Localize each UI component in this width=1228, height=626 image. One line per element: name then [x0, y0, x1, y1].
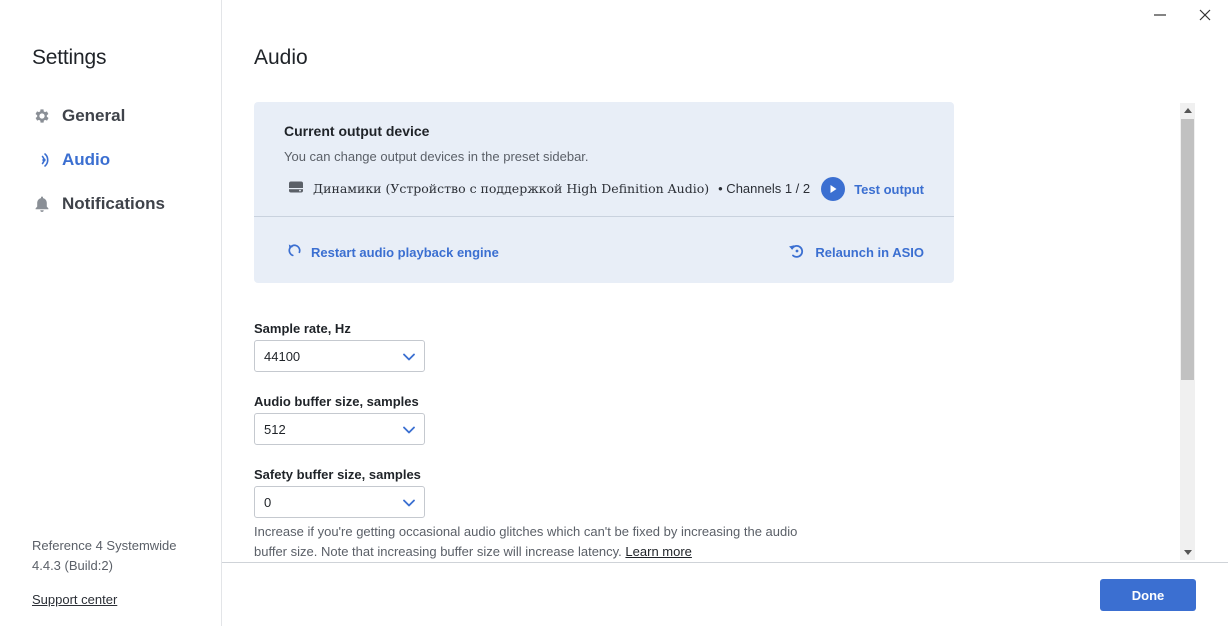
restart-icon — [286, 242, 303, 262]
sidebar-title: Settings — [32, 46, 107, 69]
relaunch-icon — [787, 242, 807, 263]
sidebar-item-notifications[interactable]: Notifications — [32, 191, 165, 217]
close-button[interactable] — [1196, 6, 1214, 24]
safety-buffer-value: 0 — [264, 494, 272, 510]
sidebar-item-general[interactable]: General — [32, 103, 125, 129]
support-center-link[interactable]: Support center — [32, 592, 117, 607]
restart-engine-label: Restart audio playback engine — [311, 244, 499, 260]
chevron-down-icon — [402, 496, 416, 510]
chevron-down-icon — [402, 350, 416, 364]
audio-icon — [32, 150, 52, 170]
bell-icon — [32, 194, 52, 214]
buffer-size-value: 512 — [264, 421, 286, 437]
sample-rate-value: 44100 — [264, 348, 301, 364]
buffer-size-select[interactable]: 512 — [254, 413, 425, 445]
app-name: Reference 4 Systemwide — [32, 538, 177, 553]
safety-buffer-select[interactable]: 0 — [254, 486, 425, 518]
sidebar: Settings General Audio Notifications Ref… — [0, 0, 222, 626]
app-info: Reference 4 Systemwide 4.4.3 (Build:2) — [32, 536, 177, 576]
sidebar-item-label: Notifications — [62, 194, 165, 213]
restart-engine-button[interactable]: Restart audio playback engine — [286, 242, 499, 262]
relaunch-asio-label: Relaunch in ASIO — [815, 245, 924, 260]
buffer-size-label: Audio buffer size, samples — [254, 394, 419, 409]
scroll-up-arrow-icon — [1183, 108, 1192, 113]
page-title: Audio — [254, 46, 308, 69]
scrollbar-thumb[interactable] — [1181, 119, 1194, 380]
device-channels: • Channels 1 / 2 — [718, 181, 811, 196]
sidebar-item-audio[interactable]: Audio — [32, 147, 110, 173]
output-device-card: Current output device You can change out… — [254, 102, 954, 283]
card-title: Current output device — [284, 123, 430, 139]
safety-buffer-help: Increase if you're getting occasional au… — [254, 522, 814, 562]
device-row: Динамики (Устройство с поддержкой High D… — [288, 180, 810, 197]
card-subtitle: You can change output devices in the pre… — [284, 149, 589, 164]
test-output-label: Test output — [854, 181, 924, 197]
gear-icon — [32, 106, 52, 126]
sidebar-item-label: General — [62, 106, 126, 125]
test-output-button[interactable]: Test output — [821, 177, 924, 201]
speaker-device-icon — [288, 180, 304, 197]
play-icon — [821, 177, 846, 201]
scroll-down-arrow-icon — [1183, 550, 1192, 555]
app-version: 4.4.3 (Build:2) — [32, 558, 113, 573]
close-icon — [1199, 9, 1211, 21]
done-button[interactable]: Done — [1100, 579, 1196, 611]
relaunch-asio-button[interactable]: Relaunch in ASIO — [787, 242, 924, 263]
sidebar-item-label: Audio — [62, 150, 111, 169]
sample-rate-select[interactable]: 44100 — [254, 340, 425, 372]
safety-buffer-label: Safety buffer size, samples — [254, 467, 421, 482]
scroll-up-button[interactable] — [1180, 103, 1195, 118]
card-divider — [254, 216, 954, 217]
scroll-down-button[interactable] — [1180, 545, 1195, 560]
minimize-button[interactable] — [1151, 6, 1169, 24]
footer-divider — [222, 562, 1228, 563]
sample-rate-label: Sample rate, Hz — [254, 321, 351, 336]
chevron-down-icon — [402, 423, 416, 437]
learn-more-link[interactable]: Learn more — [625, 544, 691, 559]
minimize-icon — [1154, 14, 1166, 16]
help-text: Increase if you're getting occasional au… — [254, 524, 798, 559]
device-name: Динамики (Устройство с поддержкой High D… — [313, 181, 710, 196]
